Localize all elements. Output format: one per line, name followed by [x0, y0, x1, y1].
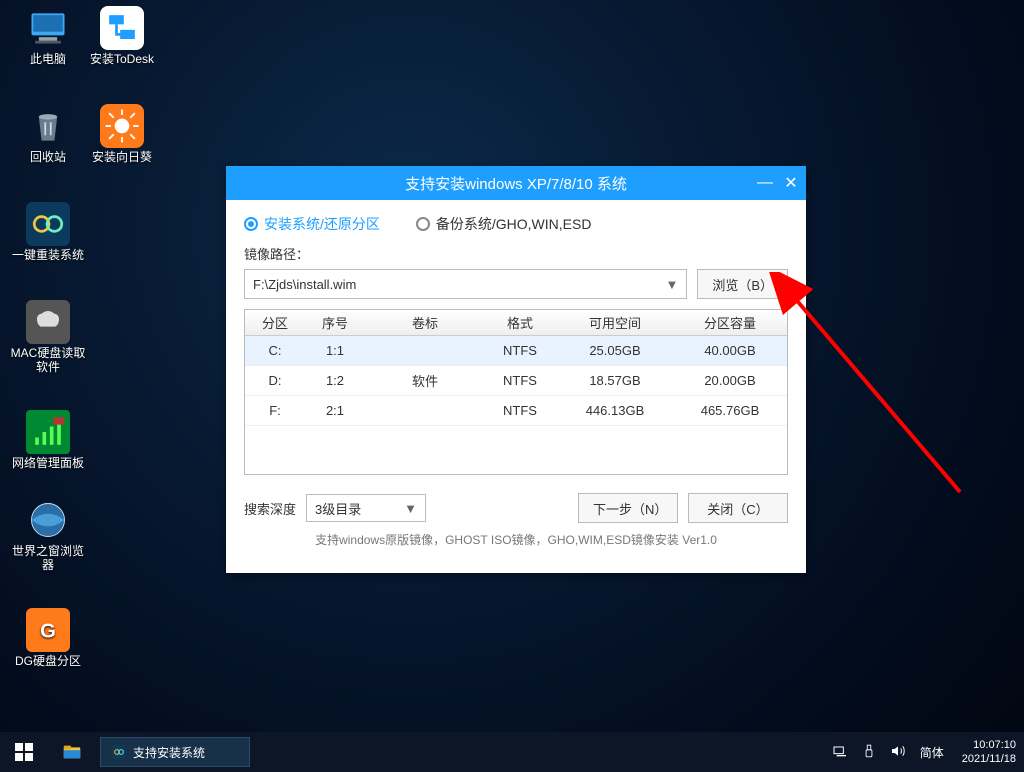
- radio-install-restore[interactable]: 安装系统/还原分区: [244, 214, 380, 234]
- desktop-icon-diskgenius[interactable]: G DG硬盘分区: [10, 608, 86, 668]
- tray-ime[interactable]: 简体: [920, 744, 944, 761]
- tray-network-icon[interactable]: [832, 743, 848, 762]
- status-text: 支持windows原版镜像，GHOST ISO镜像，GHO,WIM,ESD镜像安…: [244, 523, 788, 548]
- system-tray: 简体: [822, 743, 954, 762]
- desktop-icon-this-pc[interactable]: 此电脑: [10, 6, 86, 66]
- dropdown-arrow-icon: ▼: [665, 277, 678, 292]
- dropdown-arrow-icon: ▼: [404, 501, 417, 516]
- installer-window: 支持安装windows XP/7/8/10 系统 — ✕ 安装系统/还原分区 备…: [226, 166, 806, 573]
- minimize-button[interactable]: —: [756, 174, 774, 192]
- taskbar-task-installer[interactable]: 支持安装系统: [100, 737, 250, 767]
- taskbar: 支持安装系统 简体 10:07:10 2021/11/18: [0, 732, 1024, 772]
- image-path-combobox[interactable]: F:\Zjds\install.wim ▼: [244, 269, 687, 299]
- next-button[interactable]: 下一步（N）: [578, 493, 678, 523]
- close-button[interactable]: ✕: [782, 174, 800, 192]
- image-path-label: 镜像路径：: [244, 244, 788, 263]
- desktop-icon-reinstall[interactable]: 一键重装系统: [10, 202, 86, 262]
- radio-dot-icon: [416, 217, 430, 231]
- svg-text:G: G: [40, 620, 56, 642]
- desktop-icon-todesk[interactable]: 安装ToDesk: [84, 6, 160, 66]
- tray-usb-icon[interactable]: [862, 743, 876, 762]
- desktop-icon-sunlogin[interactable]: 安装向日葵: [84, 104, 160, 164]
- partition-table: 分区 序号 卷标 格式 可用空间 分区容量 C: 1:1 NTFS 25.05G…: [244, 309, 788, 475]
- desktop-icon-recycle-bin[interactable]: 回收站: [10, 104, 86, 164]
- radio-dot-icon: [244, 217, 258, 231]
- table-header-row: 分区 序号 卷标 格式 可用空间 分区容量: [245, 310, 787, 336]
- table-row[interactable]: D: 1:2 软件 NTFS 18.57GB 20.00GB: [245, 366, 787, 396]
- table-row[interactable]: C: 1:1 NTFS 25.05GB 40.00GB: [245, 336, 787, 366]
- titlebar: 支持安装windows XP/7/8/10 系统 — ✕: [226, 166, 806, 200]
- search-depth-label: 搜索深度: [244, 499, 296, 518]
- start-button[interactable]: [0, 732, 48, 772]
- browse-button[interactable]: 浏览（B）: [697, 269, 788, 299]
- desktop-icon-mac-disk[interactable]: MAC硬盘读取软件: [10, 300, 86, 374]
- table-row[interactable]: F: 2:1 NTFS 446.13GB 465.76GB: [245, 396, 787, 426]
- desktop-icon-theworld-browser[interactable]: 世界之窗浏览器: [10, 498, 86, 572]
- taskbar-clock[interactable]: 10:07:10 2021/11/18: [954, 738, 1024, 766]
- search-depth-select[interactable]: 3级目录 ▼: [306, 494, 426, 522]
- desktop-icon-netmgr[interactable]: 网络管理面板: [10, 410, 86, 470]
- radio-backup[interactable]: 备份系统/GHO,WIN,ESD: [416, 214, 592, 234]
- tray-volume-icon[interactable]: [890, 743, 906, 762]
- close-window-button[interactable]: 关闭（C）: [688, 493, 788, 523]
- window-title: 支持安装windows XP/7/8/10 系统: [405, 173, 627, 194]
- taskbar-pin-explorer[interactable]: [48, 732, 96, 772]
